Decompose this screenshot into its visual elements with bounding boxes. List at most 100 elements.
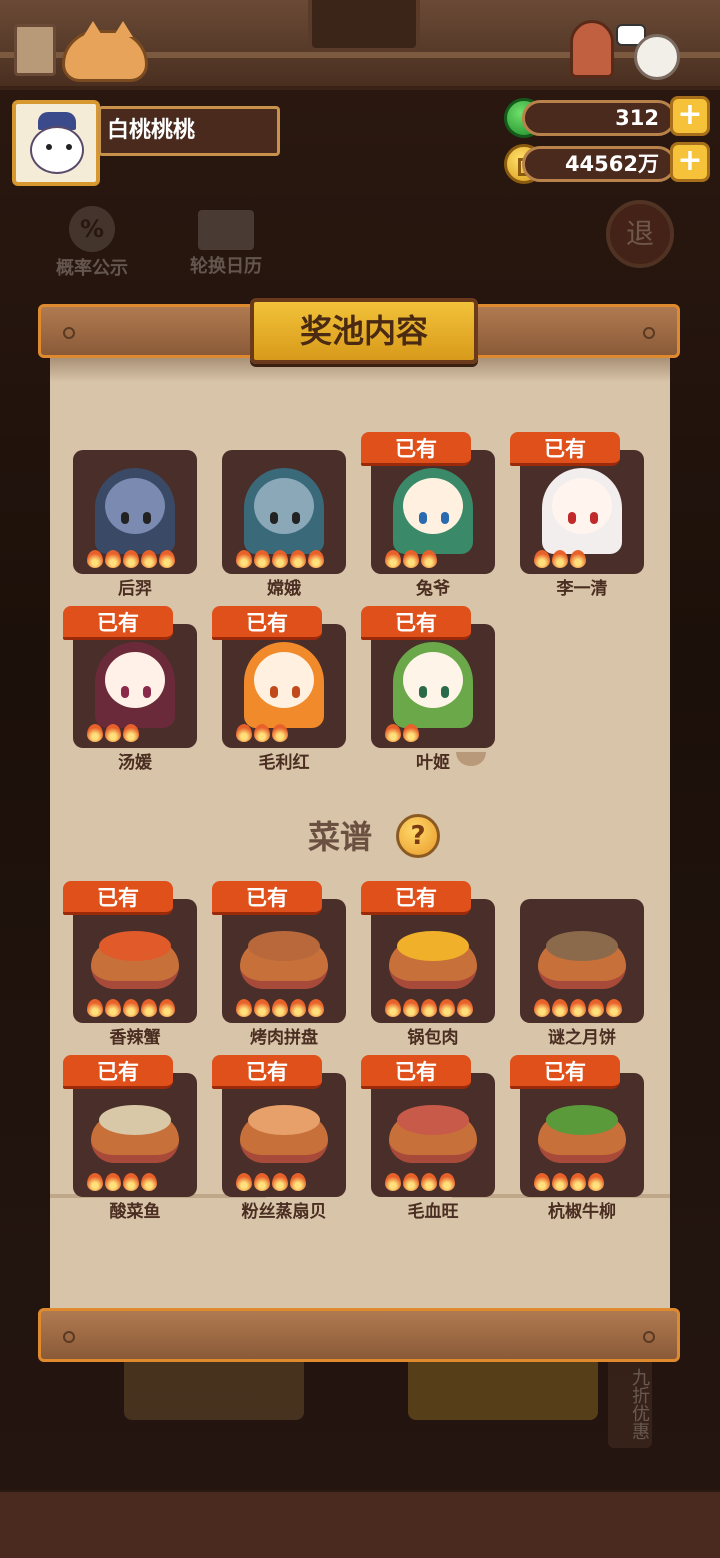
character-card[interactable]: 李一清 已有 (510, 432, 644, 600)
flame-star-icon (385, 1173, 401, 1191)
add-coins-button[interactable]: + (670, 142, 710, 182)
recipe-card[interactable]: 粉丝蒸扇贝 已有 (212, 1055, 346, 1223)
flame-star-icon (123, 724, 139, 742)
character-eye (419, 686, 427, 698)
flame-star-icon (105, 1173, 121, 1191)
flame-star-icon (570, 999, 586, 1017)
character-card[interactable]: 汤媛 已有 (63, 606, 197, 774)
bottom-bar (0, 1492, 720, 1558)
recipe-card[interactable]: 酸菜鱼 已有 (63, 1055, 197, 1223)
dish-icon (389, 931, 477, 989)
flame-star-icon (272, 1173, 288, 1191)
flame-star-icon (141, 1173, 157, 1191)
recipe-card[interactable]: 锅包肉 已有 (361, 881, 495, 1049)
flame-star-icon (421, 999, 437, 1017)
recipe-card[interactable]: 毛血旺 已有 (361, 1055, 495, 1223)
dish-food (397, 1105, 469, 1135)
character-eye (441, 512, 449, 524)
flame-star-icon (403, 550, 419, 568)
character-eye (568, 512, 576, 524)
character-card[interactable]: 嫦娥 (222, 450, 346, 600)
character-face (403, 478, 463, 534)
character-portrait (95, 642, 175, 728)
flame-star-icon (534, 999, 550, 1017)
flame-star-icon (236, 1173, 252, 1191)
character-eye (121, 512, 129, 524)
character-eye (292, 512, 300, 524)
character-card[interactable]: 毛利红 已有 (212, 606, 346, 774)
flame-star-icon (290, 999, 306, 1017)
star-rating (385, 550, 485, 570)
calendar-icon (198, 210, 254, 250)
help-icon[interactable]: ? (396, 814, 440, 858)
character-card[interactable]: 后羿 (73, 450, 197, 600)
star-rating (87, 724, 187, 744)
character-face (403, 652, 463, 708)
recipe-name: 毛血旺 (407, 1202, 459, 1222)
recipe-card[interactable]: 谜之月饼 (520, 899, 644, 1049)
flame-star-icon (403, 1173, 419, 1191)
add-gems-button[interactable]: + (670, 96, 710, 136)
probability-button: % 概率公示 (44, 206, 140, 279)
flame-star-icon (105, 999, 121, 1017)
recipe-card[interactable]: 杭椒牛柳 已有 (510, 1055, 644, 1223)
star-rating (87, 1173, 187, 1193)
character-face (254, 652, 314, 708)
flame-star-icon (552, 550, 568, 568)
flame-star-icon (272, 724, 288, 742)
panel-title: 奖池内容 (250, 298, 478, 364)
cat-decoration (62, 21, 148, 82)
flame-star-icon (588, 1173, 604, 1191)
nail-icon (643, 327, 655, 339)
dish-icon (240, 1105, 328, 1163)
flame-star-icon (236, 724, 252, 742)
flame-star-icon (308, 999, 324, 1017)
flame-star-icon (439, 999, 455, 1017)
flame-star-icon (570, 1173, 586, 1191)
flame-star-icon (141, 550, 157, 568)
flame-star-icon (159, 999, 175, 1017)
dish-food (397, 931, 469, 961)
dish-food (99, 931, 171, 961)
owned-badge: 已有 (361, 606, 471, 640)
recipe-name: 粉丝蒸扇贝 (241, 1202, 327, 1222)
dish-food (99, 1105, 171, 1135)
nail-icon (63, 1331, 75, 1343)
flame-star-icon (87, 724, 103, 742)
flame-star-icon (552, 999, 568, 1017)
star-rating (236, 724, 336, 744)
flame-star-icon (236, 550, 252, 568)
dish-icon (389, 1105, 477, 1163)
character-card[interactable]: 叶姬 已有 (361, 606, 495, 774)
flame-star-icon (254, 1173, 270, 1191)
character-eye (143, 686, 151, 698)
npc-chef (570, 20, 614, 78)
character-portrait-frame (73, 450, 197, 574)
avatar-eye (46, 144, 52, 150)
flame-star-icon (123, 1173, 139, 1191)
character-name: 嫦娥 (267, 579, 301, 599)
avatar-eye (66, 144, 72, 150)
character-portrait-frame (222, 624, 346, 748)
character-name: 叶姬 (416, 753, 450, 773)
character-portrait (244, 468, 324, 554)
flame-star-icon (159, 550, 175, 568)
character-eye (292, 686, 300, 698)
character-face (552, 478, 612, 534)
character-eye (270, 686, 278, 698)
recipe-card[interactable]: 香辣蟹 已有 (63, 881, 197, 1049)
owned-badge: 已有 (361, 881, 471, 915)
flame-star-icon (385, 550, 401, 568)
owned-badge: 已有 (63, 1055, 173, 1089)
wall-frame (14, 24, 56, 76)
star-rating (534, 550, 634, 570)
probability-label: 概率公示 (56, 258, 128, 279)
character-card[interactable]: 兔爷 已有 (361, 432, 495, 600)
flame-star-icon (87, 999, 103, 1017)
dish-frame (73, 1073, 197, 1197)
dish-icon (91, 931, 179, 989)
character-portrait (393, 642, 473, 728)
flame-star-icon (421, 550, 437, 568)
avatar[interactable] (12, 100, 100, 186)
recipe-card[interactable]: 烤肉拼盘 已有 (212, 881, 346, 1049)
